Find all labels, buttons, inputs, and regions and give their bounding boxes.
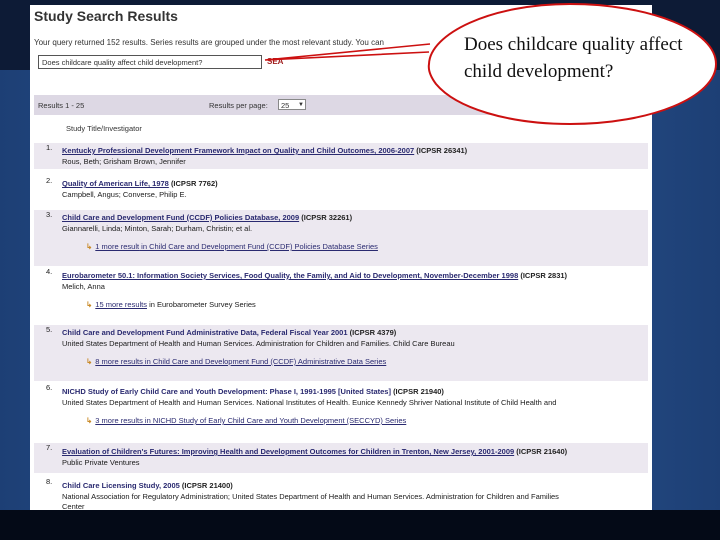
more-results-link[interactable]: 8 more results (95, 357, 143, 366)
result-authors: Campbell, Angus; Converse, Philip E. (62, 189, 187, 199)
return-arrow-icon: ↳ (86, 300, 93, 309)
result-id: (ICPSR 21400) (181, 481, 233, 490)
result-number: 3. (46, 210, 53, 219)
result-authors-continued: Center (62, 502, 85, 510)
result-row-5: 5. Child Care and Development Fund Admin… (34, 325, 648, 381)
series-link[interactable]: in Eurobarometer Survey Series (147, 300, 256, 309)
series-link[interactable]: in Child Care and Development Fund (CCDF… (139, 242, 378, 251)
column-header-title: Study Title/Investigator (66, 124, 142, 133)
result-row-4: 4. Eurobarometer 50.1: Information Socie… (34, 267, 648, 323)
result-id: (ICPSR 26341) (416, 146, 468, 155)
result-authors: Public Private Ventures (62, 457, 140, 467)
series-link[interactable]: in NICHD Study of Early Child Care and Y… (143, 416, 406, 425)
result-authors: United States Department of Health and H… (62, 338, 455, 348)
return-arrow-icon: ↳ (86, 357, 93, 366)
result-row-7: 7. Evaluation of Children's Futures: Imp… (34, 443, 648, 473)
callout-text: Does childcare quality affect child deve… (464, 34, 683, 82)
result-id: (ICPSR 21640) (516, 447, 568, 456)
result-title-link[interactable]: Evaluation of Children's Futures: Improv… (62, 447, 514, 456)
more-results-link[interactable]: 1 more result (95, 242, 139, 251)
result-title-link[interactable]: Child Care and Development Fund Administ… (62, 328, 348, 337)
results-range: Results 1 - 25 (38, 101, 85, 110)
result-number: 1. (46, 143, 53, 152)
result-number: 7. (46, 443, 53, 452)
return-arrow-icon: ↳ (86, 242, 93, 251)
result-number: 4. (46, 267, 53, 276)
result-row-8: 8. Child Care Licensing Study, 2005 (ICP… (34, 477, 648, 510)
result-title-link[interactable]: Eurobarometer 50.1: Information Society … (62, 271, 518, 280)
result-title-link[interactable]: NICHD Study of Early Child Care and Yout… (62, 387, 391, 396)
results-per-page-label: Results per page: (209, 101, 268, 110)
result-authors: Rous, Beth; Grisham Brown, Jennifer (62, 156, 186, 166)
result-id: (ICPSR 2831) (520, 271, 568, 280)
result-title-link[interactable]: Child Care Licensing Study, 2005 (62, 481, 180, 490)
result-row-6: 6. NICHD Study of Early Child Care and Y… (34, 383, 648, 439)
result-id: (ICPSR 7762) (170, 179, 218, 188)
query-summary: Your query returned 152 results. Series … (34, 38, 384, 47)
results-per-page-value: 25 (281, 101, 290, 110)
page-title: Study Search Results (34, 8, 178, 24)
result-title-link[interactable]: Quality of American Life, 1978 (62, 179, 169, 188)
chevron-down-icon: ▼ (298, 102, 304, 108)
search-input[interactable]: Does childcare quality affect child deve… (38, 55, 262, 69)
result-number: 2. (46, 176, 53, 185)
result-title-link[interactable]: Kentucky Professional Development Framew… (62, 146, 414, 155)
results-per-page-select[interactable]: 25 ▼ (278, 99, 306, 110)
result-id: (ICPSR 4379) (349, 328, 397, 337)
result-number: 6. (46, 383, 53, 392)
result-authors: Melich, Anna (62, 281, 105, 291)
result-row-1: 1. Kentucky Professional Development Fra… (34, 143, 648, 169)
more-results-link[interactable]: 3 more results (95, 416, 143, 425)
slide-bottom-band (0, 510, 720, 540)
result-authors: United States Department of Health and H… (62, 397, 557, 407)
result-row-3: 3. Child Care and Development Fund (CCDF… (34, 210, 648, 266)
result-title-link[interactable]: Child Care and Development Fund (CCDF) P… (62, 213, 299, 222)
result-row-2: 2. Quality of American Life, 1978 (ICPSR… (34, 176, 648, 208)
result-number: 8. (46, 477, 53, 486)
result-id: (ICPSR 21940) (393, 387, 444, 396)
result-authors: Giannarelli, Linda; Minton, Sarah; Durha… (62, 223, 253, 233)
series-link[interactable]: in Child Care and Development Fund (CCDF… (143, 357, 386, 366)
result-number: 5. (46, 325, 53, 334)
return-arrow-icon: ↳ (86, 416, 93, 425)
result-authors: National Association for Regulatory Admi… (62, 491, 559, 501)
more-results-link[interactable]: 15 more results (95, 300, 147, 309)
result-id: (ICPSR 32261) (301, 213, 353, 222)
